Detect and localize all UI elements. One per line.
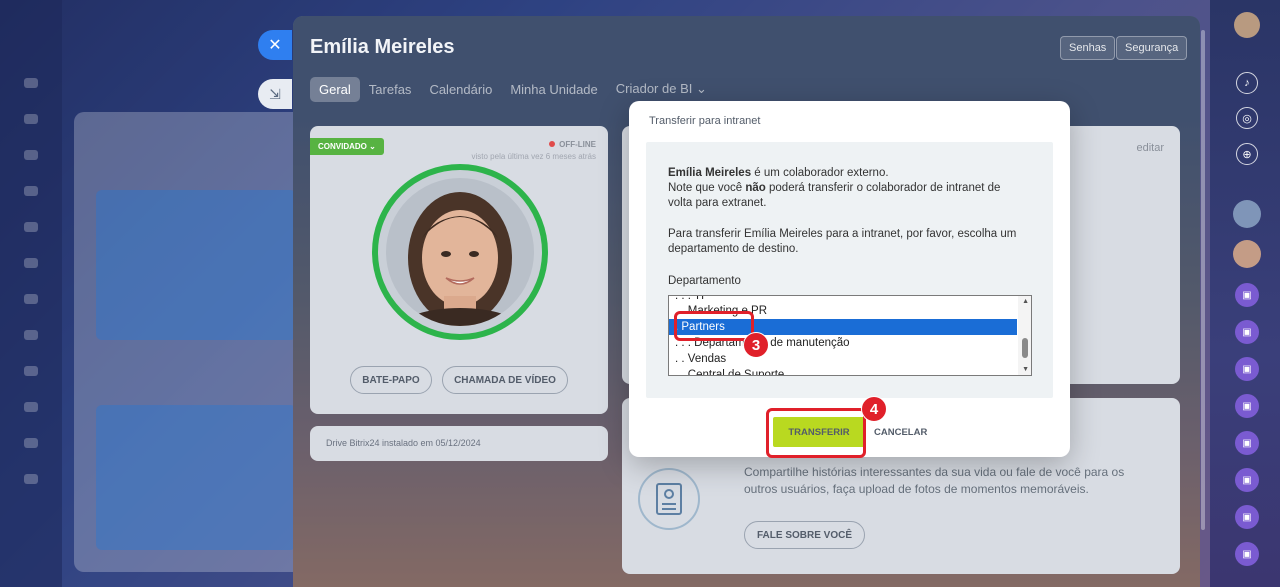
step-4-number: 4 [861, 396, 887, 422]
list-item[interactable]: . . Vendas [669, 351, 1017, 367]
passwords-button[interactable]: Senhas [1060, 36, 1116, 60]
transfer-dialog: Transferir para intranet Emília Meireles… [629, 101, 1070, 457]
avatar-photo [386, 178, 534, 326]
scroll-down-icon[interactable]: ▼ [1022, 366, 1029, 373]
minimize-icon: ⇲ [269, 85, 281, 102]
recent-chat-avatar[interactable] [1233, 240, 1261, 268]
nav-icon[interactable] [24, 402, 38, 412]
profile-tabs: Geral Tarefas Calendário Minha Unidade C… [310, 76, 716, 102]
step-3-number: 3 [743, 332, 769, 358]
close-slider-button[interactable]: ✕ [258, 30, 292, 60]
dialog-body: Emília Meireles é um colaborador externo… [646, 142, 1053, 398]
edit-link[interactable]: editar [1136, 142, 1164, 154]
close-icon: ✕ [268, 37, 282, 54]
page-title: Emília Meireles [310, 36, 455, 58]
list-item[interactable]: . . Central de Suporte [669, 367, 1017, 375]
listbox-scrollbar[interactable]: ▲ ▼ [1018, 296, 1031, 375]
nav-icon[interactable] [24, 330, 38, 340]
step-4-highlight [766, 408, 866, 458]
chat-item-icon[interactable]: ▣ [1235, 320, 1259, 344]
warning-line-2: volta para extranet. [668, 197, 767, 209]
drive-status-card: Drive Bitrix24 instalado em 05/12/2024 [310, 426, 608, 461]
instruction-line: Para transferir Emília Meireles para a i… [668, 228, 1017, 240]
last-seen-text: visto pela última vez 6 meses atrás [471, 152, 597, 161]
chat-item-icon[interactable]: ▣ [1235, 283, 1259, 307]
chat-button[interactable]: BATE-PAPO [350, 366, 432, 394]
nav-icon[interactable] [24, 294, 38, 304]
chat-item-icon[interactable]: ▣ [1235, 357, 1259, 381]
nav-icon[interactable] [24, 258, 38, 268]
chat-item-icon[interactable]: ▣ [1235, 468, 1259, 492]
tab-bi-builder[interactable]: Criador de BI ⌄ [607, 76, 716, 102]
background-widget-tile [96, 190, 296, 340]
background-widget-tile [96, 405, 296, 550]
external-notice: Emília Meireles é um colaborador externo… [668, 167, 889, 179]
nav-icon[interactable] [24, 150, 38, 160]
tell-about-you-button[interactable]: FALE SOBRE VOCÊ [744, 521, 866, 549]
offline-dot-icon [549, 141, 556, 147]
recent-chat-avatar[interactable] [1233, 200, 1261, 228]
bell-icon[interactable]: ♪ [1236, 72, 1258, 94]
chat-item-icon[interactable]: ▣ [1235, 394, 1259, 418]
video-call-button[interactable]: CHAMADA DE VÍDEO [442, 366, 568, 394]
warning-line: Note que você não poderá transferir o co… [668, 182, 1001, 194]
left-app-nav [0, 0, 62, 587]
tab-my-unit[interactable]: Minha Unidade [501, 77, 606, 102]
nav-icon[interactable] [24, 78, 38, 88]
chat-item-icon[interactable]: ▣ [1235, 431, 1259, 455]
about-prompt-text: Compartilhe histórias interessantes da s… [744, 465, 1125, 496]
dialog-title: Transferir para intranet [649, 115, 761, 127]
guest-badge[interactable]: CONVIDADO ⌄ [310, 138, 384, 155]
search-chat-icon[interactable]: ⊕ [1236, 143, 1258, 165]
tab-calendar[interactable]: Calendário [420, 77, 501, 102]
chat-item-icon[interactable]: ▣ [1235, 505, 1259, 529]
nav-icon[interactable] [24, 222, 38, 232]
nav-icon[interactable] [24, 114, 38, 124]
scrollbar-thumb[interactable] [1022, 338, 1028, 358]
nav-icon[interactable] [24, 474, 38, 484]
profile-card: CONVIDADO ⌄ OFF-LINE visto pela última v… [310, 126, 608, 414]
nav-icon[interactable] [24, 438, 38, 448]
nav-icon[interactable] [24, 186, 38, 196]
copilot-icon[interactable]: ◎ [1236, 107, 1258, 129]
instruction-line-2: departamento de destino. [668, 243, 799, 255]
step-3-highlight [674, 311, 754, 341]
slider-scrollbar[interactable] [1201, 30, 1205, 530]
department-label: Departamento [668, 275, 741, 287]
chat-item-icon[interactable]: ▣ [1235, 542, 1259, 566]
security-button[interactable]: Segurança [1116, 36, 1188, 60]
scroll-up-icon[interactable]: ▲ [1022, 298, 1029, 305]
tab-general[interactable]: Geral [310, 76, 360, 102]
user-avatar[interactable] [1234, 12, 1260, 38]
profile-card-icon [638, 468, 700, 530]
right-sidebar: ♪ ◎ ⊕ ▣ ▣ ▣ ▣ ▣ ▣ ▣ ▣ [1210, 0, 1280, 587]
status-badge: OFF-LINE [549, 140, 596, 149]
nav-icon[interactable] [24, 366, 38, 376]
minimize-slider-button[interactable]: ⇲ [258, 79, 292, 109]
avatar[interactable] [372, 164, 548, 340]
cancel-button[interactable]: CANCELAR [874, 417, 927, 447]
tab-tasks[interactable]: Tarefas [360, 77, 421, 102]
